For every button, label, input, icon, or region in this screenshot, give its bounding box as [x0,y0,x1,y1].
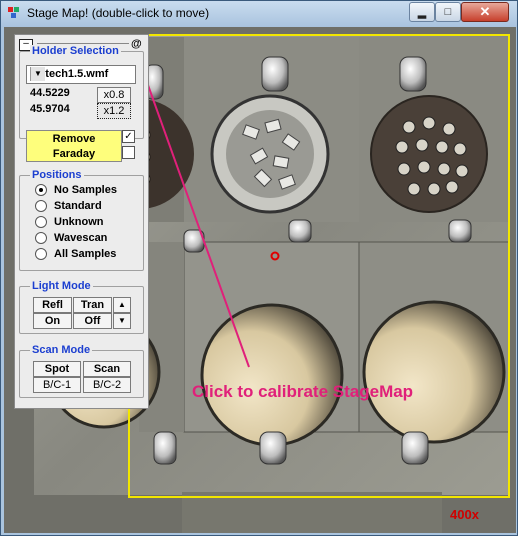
chevron-down-icon: ▼ [30,67,45,81]
radio-circle [35,232,47,244]
coord-x: 44.5229 [30,87,70,99]
faraday-checkbox-2[interactable] [122,146,135,159]
close-icon: ✕ [479,4,491,19]
radio-label: Unknown [54,216,104,228]
light-down-button[interactable]: ▼ [113,313,131,329]
radio-circle [35,248,47,260]
spot-button[interactable]: Spot [33,361,81,377]
bc1-button[interactable]: B/C-1 [33,377,81,393]
scan-button[interactable]: Scan [83,361,131,377]
light-up-button[interactable]: ▲ [113,297,131,313]
radio-wavescan[interactable]: Wavescan [35,231,107,245]
arrow-down-icon: ▼ [118,316,126,325]
refl-button[interactable]: Refl [33,297,72,313]
close-button[interactable]: ✕ [461,2,509,22]
radio-all-samples[interactable]: All Samples [35,247,116,261]
bc2-button[interactable]: B/C-2 [83,377,131,393]
maximize-icon: □ [444,6,452,18]
zoom-in-button[interactable]: x1.2 [97,103,131,119]
scan-mode-title: Scan Mode [30,344,93,356]
light-off-button[interactable]: Off [73,313,112,329]
calibrate-callout: Click to calibrate StageMap [192,382,414,401]
faraday-checkbox-1[interactable]: ✓ [122,130,135,143]
coord-y: 45.9704 [30,103,70,115]
window-title: Stage Map! (double-click to move) [27,6,210,20]
radio-circle [35,200,47,212]
title-bar[interactable]: Stage Map! (double-click to move) ▂ □ ✕ [1,1,517,27]
stage-map-window: Stage Map! (double-click to move) ▂ □ ✕ [0,0,518,536]
radio-standard[interactable]: Standard [35,199,102,213]
remove-faraday-button[interactable]: Remove Faraday [26,130,122,162]
radio-label: All Samples [54,248,117,260]
radio-label: Wavescan [54,232,108,244]
positions-title: Positions [30,169,84,181]
magnification-label: 400x [450,507,479,522]
maximize-button[interactable]: □ [435,2,461,22]
radio-no-samples[interactable]: No Samples [35,183,117,197]
radio-unknown[interactable]: Unknown [35,215,104,229]
radio-label: Standard [54,200,102,212]
minimize-button[interactable]: ▂ [409,2,435,22]
holder-select[interactable]: caltech1.5.wmf ▼ [26,65,136,84]
panel-divider [37,43,129,44]
zoom-out-button[interactable]: x0.8 [97,87,131,103]
remove-faraday-label-2: Faraday [52,148,96,160]
light-mode-title: Light Mode [30,280,93,292]
control-panel: – @ Holder Selection caltech1.5.wmf ▼ 44… [14,34,149,409]
radio-circle [35,216,47,228]
radio-label: No Samples [54,184,117,196]
app-icon [8,7,19,18]
minimize-icon: ▂ [417,6,427,19]
radio-circle [35,184,47,196]
tran-button[interactable]: Tran [73,297,112,313]
holder-selection-title: Holder Selection [30,45,121,57]
calibrate-at-button[interactable]: @ [131,38,142,50]
light-on-button[interactable]: On [33,313,72,329]
arrow-up-icon: ▲ [118,300,126,309]
remove-faraday-label-1: Remove [52,133,96,145]
